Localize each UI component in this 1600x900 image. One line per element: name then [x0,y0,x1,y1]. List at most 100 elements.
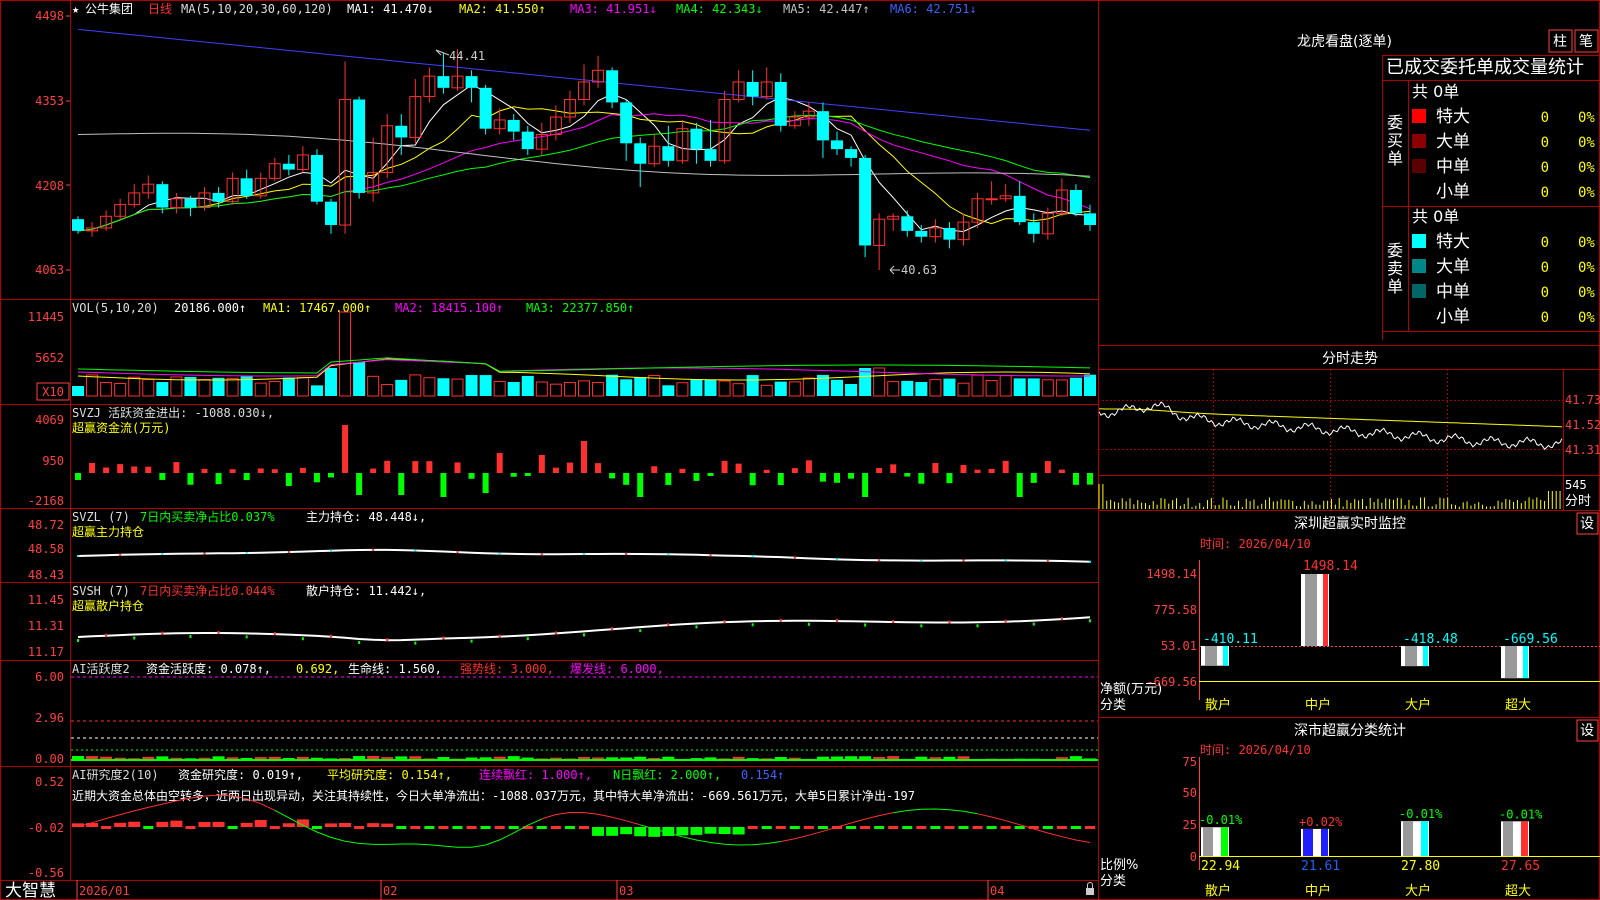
sm-category-label: 大户 [1405,883,1431,899]
svzj-bar [257,468,264,473]
volume-bar [718,380,731,397]
order-percent: 0% [1578,160,1595,176]
candle-body [521,131,534,150]
research-bar [354,826,365,829]
bar-view-button[interactable]: 柱 [1548,29,1573,53]
research-bar [438,826,449,829]
svzj-bar [482,473,489,493]
svzj-bar [974,469,981,473]
lock-icon[interactable] [1086,882,1094,896]
order-percent: 0% [1578,260,1595,276]
svzj-bar [1002,460,1009,473]
research-bar [550,826,561,829]
candles[interactable] [72,49,1096,270]
candle-body [156,184,169,208]
volume-bar [479,375,492,396]
sm-xlabel: 分类 [1100,874,1126,889]
svzl-panel[interactable]: SVZL (7) 7日内买卖净占比0.037% 主力持仓: 48.448↓, 超… [28,509,1091,582]
svzj-bar [285,473,292,486]
sm-title: 深市超赢分类统计 [1294,722,1406,739]
research-bar [396,826,407,829]
svzj-bar [918,473,925,484]
volume-bar [1055,379,1068,397]
candle-body [746,81,759,97]
svzl-line [77,548,1091,563]
ai-active-panel[interactable]: AI活跃度2 资金活跃度: 0.078↑, 0.692, 生命线: 1.560,… [35,661,1098,766]
svzj-bar [328,473,334,478]
sm-settings-button[interactable]: 设 [1576,719,1599,742]
ai-active-burst: 爆发线: 6.000, [570,661,664,676]
svzl-dot [920,559,923,562]
svzj-bar [848,473,855,479]
intraday-label: 分时 [1565,494,1591,509]
research-bar [240,822,253,827]
svsh-dot [695,625,698,629]
research-bar [747,826,758,829]
volume-panel[interactable]: VOL(5,10,20) 20186.000↑ MA1: 17467.000↑ … [28,301,1096,401]
ai-active-strong: 强势线: 3.000, [460,662,554,676]
svzj-bar [876,467,883,473]
svzj-bar [566,462,573,473]
sz-time: 时间: 2026/04/10 [1200,537,1311,551]
ai-research-panel[interactable]: AI研究度2(10) 资金研究度: 0.019↑, 平均研究度: 0.154↑,… [28,767,1095,880]
research-bar [1070,826,1081,829]
sz-bars: -410.11 散户 1498.14 中户 -418.48 大户 -669.56 超大 [1201,559,1558,713]
research-bar [410,826,421,829]
order-count: 0 [1541,260,1549,276]
volume-bar [985,380,998,397]
svzj-bar [623,473,630,485]
research-bar [466,826,477,829]
sm-bar-shade [1403,821,1413,856]
svzj-bar [890,464,897,473]
research-bar [916,826,927,829]
research-bar [114,822,127,827]
candle-body [634,143,647,164]
vol-ma-line [77,359,1090,377]
ai-research-last: 0.154↑ [741,768,784,782]
sz-bar-edge [1323,574,1328,646]
svsh-panel[interactable]: SVSH (7) 7日内买卖净占比0.044% 散户持仓: 11.442↓, 超… [28,583,1091,659]
research-bar [592,827,605,836]
research-bar [775,826,786,829]
svsh-dot [301,637,304,641]
svzj-bar [201,468,208,473]
volume-bar [831,379,843,396]
volume-bar [353,362,366,396]
sm-bar-edge [1321,828,1328,856]
svsh-tick: 11.31 [28,619,64,633]
svzj-bar [721,460,728,473]
ai-active-name: AI活跃度2 [72,661,130,676]
research-bar [676,827,689,836]
svzl-dot [793,556,796,559]
sz-axis: 1498.14 775.58 53.01 -669.56 [1146,567,1197,689]
svzj-bar [1044,461,1051,473]
sz-settings-button[interactable]: 设 [1576,512,1599,535]
sm-stats-panel[interactable]: 深市超赢分类统计 设 时间: 2026/04/10 75 50 25 0 比例%… [1100,719,1600,899]
candle-body [465,76,478,88]
svzj-bar [637,473,644,497]
intraday-tick: 41.52 [1565,418,1600,432]
tick-view-button[interactable]: 笔 [1574,29,1599,53]
volume-bar [746,375,759,396]
svzj-bar [215,473,222,485]
ai-active-tick: 6.00 [35,670,64,684]
ma-line [77,132,1091,177]
kline-panel[interactable]: ★ 公牛集团 日线 MA(5,10,20,30,60,120) MA1: 41.… [35,1,1096,277]
svzj-bar [89,462,96,473]
svsh-dot [1060,617,1063,621]
order-percent: 0% [1578,235,1595,251]
volume-bar [592,381,605,397]
research-bar [789,826,800,829]
svzj-bar [552,467,559,473]
volume-bar [1013,378,1026,396]
svzj-panel[interactable]: SVZJ 活跃资金进出: -1088.030↓, 超赢资金流(万元) 4069 … [28,405,1093,508]
sz-monitor-panel[interactable]: 深圳超赢实时监控 设 时间: 2026/04/10 1498.14 775.58… [1100,512,1600,713]
research-bar [732,827,745,835]
volume-bar [915,382,928,396]
candle-body [985,198,998,201]
volume-bar [690,379,703,396]
svzj-bar [777,473,784,486]
candle-body [1013,195,1026,223]
intraday-panel[interactable]: 分时走势 41.73 41.52 41.31 545 分时 [1098,351,1600,510]
research-bar [227,826,238,829]
